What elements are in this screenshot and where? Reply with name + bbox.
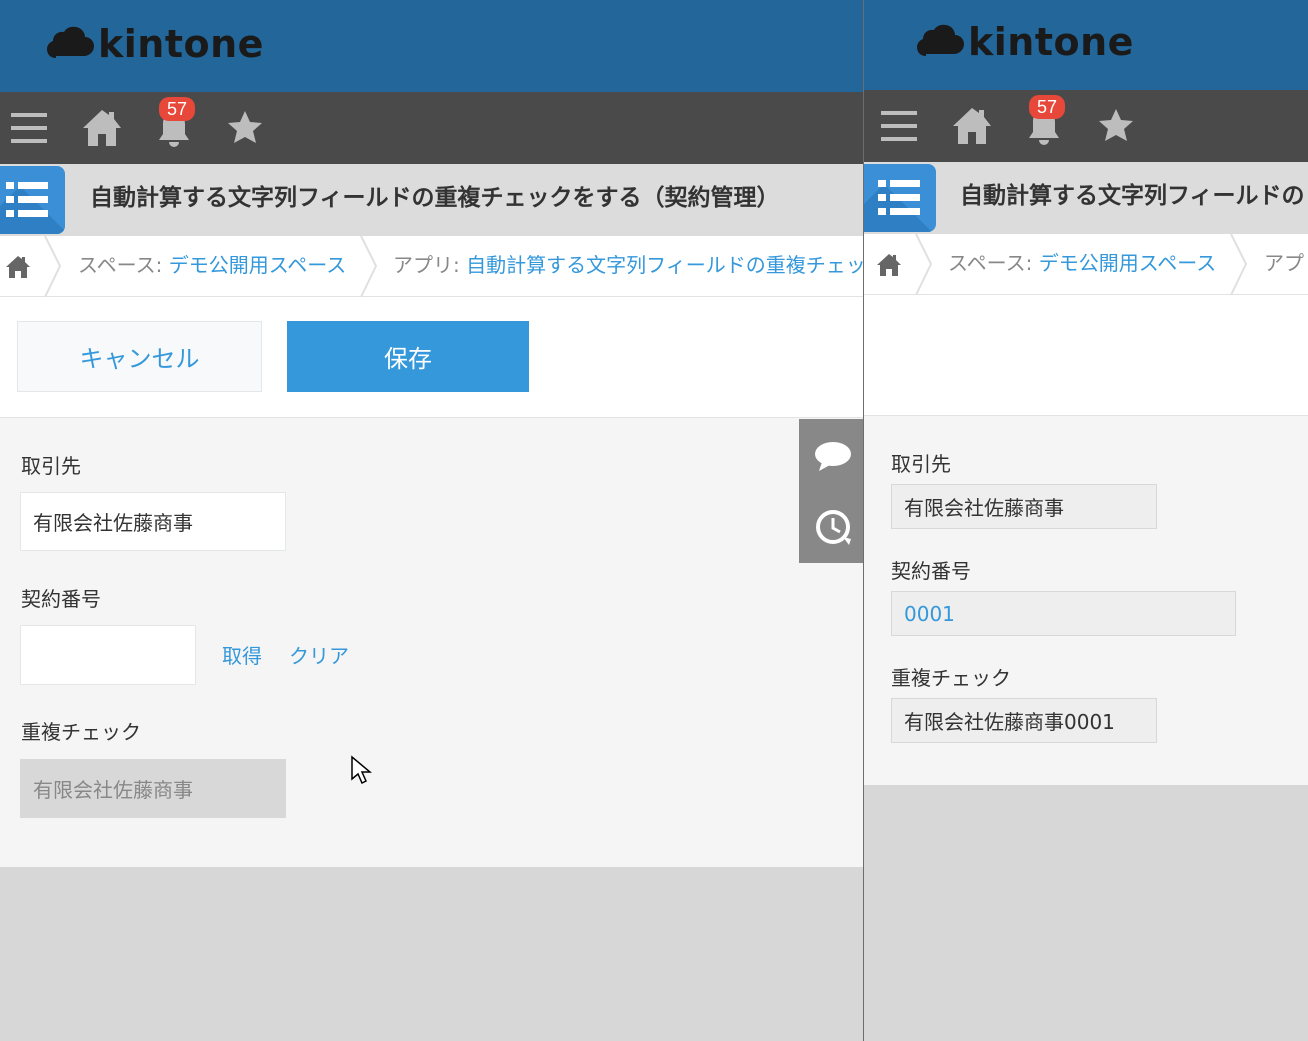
breadcrumb-home-icon[interactable] [876,252,902,278]
action-bar [864,295,1308,416]
breadcrumb-home-icon[interactable] [5,254,31,280]
breadcrumb-app[interactable]: アプリ: 自動計算する文字列フィールドの重複チェック [393,236,863,297]
breadcrumb-space-link[interactable]: デモ公開用スペース [169,253,347,277]
client-label: 取引先 [21,454,81,478]
duplicate-check-label: 重複チェック [891,666,1011,690]
app-titlebar: 自動計算する文字列フィールドの [864,162,1308,234]
notification-count-badge: 57 [1029,95,1065,119]
global-navbar: 57 [864,90,1308,162]
app-title: 自動計算する文字列フィールドの重複チェックをする（契約管理） [90,185,780,211]
top-header: kintone [0,0,863,92]
breadcrumb-space[interactable]: スペース: デモ公開用スペース [948,234,1216,295]
record-detail-view: 取引先 有限会社佐藤商事 契約番号 0001 重複チェック 有限会社佐藤商事00… [864,416,1308,785]
duplicate-check-value: 有限会社佐藤商事0001 [891,698,1157,743]
breadcrumb-space-link[interactable]: デモ公開用スペース [1039,251,1217,275]
app-list-icon[interactable] [0,166,65,234]
home-icon[interactable] [950,104,994,148]
kintone-logo[interactable]: kintone [916,20,1134,64]
saved-record-pane: kintone 57 自動計算する文字列フィールドの スペース: デモ公開用スペ… [864,0,1308,1041]
notification-count-badge: 57 [159,97,195,121]
mouse-cursor-icon [351,755,372,785]
breadcrumb-app-link[interactable]: 自動計算する文字列フィールドの重複チェック [466,253,863,277]
menu-icon[interactable] [8,106,52,150]
breadcrumb-separator [1230,234,1248,295]
action-bar: キャンセル 保存 [0,297,863,418]
client-value: 有限会社佐藤商事 [891,484,1157,529]
brand-wordmark: kintone [98,22,264,66]
comment-icon[interactable] [813,437,853,477]
breadcrumb-space-prefix: スペース: [948,251,1039,275]
kintone-logo[interactable]: kintone [46,22,264,66]
contract-number-input[interactable] [20,625,196,685]
save-button[interactable]: 保存 [287,321,529,392]
clear-link[interactable]: クリア [289,640,349,669]
client-label: 取引先 [891,452,951,476]
record-side-panel [799,419,863,563]
app-titlebar: 自動計算する文字列フィールドの重複チェックをする（契約管理） [0,164,863,236]
favorites-star-icon[interactable] [223,106,267,150]
breadcrumb-space-prefix: スペース: [78,253,169,277]
duplicate-check-input: 有限会社佐藤商事 [20,759,286,818]
contract-number-label: 契約番号 [21,587,101,611]
breadcrumb-separator [44,236,62,297]
brand-wordmark: kintone [968,20,1134,64]
contract-number-value: 0001 [891,591,1236,636]
history-icon[interactable] [813,507,853,547]
breadcrumb: スペース: デモ公開用スペース アプリ: 自動計算する文字列フィールドの重複チェ… [0,236,863,297]
top-header: kintone [864,0,1308,92]
cloud-logo-icon [916,22,966,62]
breadcrumb: スペース: デモ公開用スペース アプリ [864,234,1308,295]
breadcrumb-separator [915,234,933,295]
get-link[interactable]: 取得 [222,640,262,669]
breadcrumb-app-prefix: アプリ: [393,253,467,277]
menu-icon[interactable] [878,104,922,148]
duplicate-check-label: 重複チェック [21,720,141,744]
edit-record-pane: kintone 57 自動計算する文字列フィールドの重複チェックをする（契約管理… [0,0,863,1041]
cancel-button[interactable]: キャンセル [17,321,262,392]
client-input[interactable]: 有限会社佐藤商事 [20,492,286,551]
contract-number-label: 契約番号 [891,559,971,583]
cloud-logo-icon [46,24,96,64]
app-list-icon[interactable] [864,164,936,232]
breadcrumb-space[interactable]: スペース: デモ公開用スペース [78,236,346,297]
favorites-star-icon[interactable] [1094,104,1138,148]
home-icon[interactable] [80,106,124,150]
record-edit-form: 取引先 有限会社佐藤商事 契約番号 取得 クリア 重複チェック 有限会社佐藤商事 [0,418,863,867]
app-title: 自動計算する文字列フィールドの [960,183,1305,209]
breadcrumb-app[interactable]: アプリ [1264,234,1308,295]
breadcrumb-separator [360,236,378,297]
global-navbar: 57 [0,92,863,164]
